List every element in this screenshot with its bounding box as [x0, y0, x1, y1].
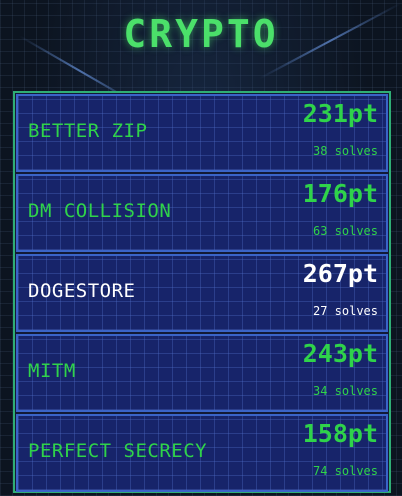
category-title: CRYPTO	[123, 12, 279, 56]
challenge-list: BETTER ZIP 231pt 38 solves DM COLLISION …	[13, 91, 391, 493]
challenge-points: 243pt	[302, 339, 378, 368]
challenge-solves: 38 solves	[312, 144, 378, 158]
challenge-solves: 27 solves	[312, 304, 378, 318]
challenge-points: 231pt	[302, 99, 378, 128]
challenge-card-perfect-secrecy[interactable]: PERFECT SECRECY 158pt 74 solves	[16, 414, 388, 492]
challenge-card-mitm[interactable]: MITM 243pt 34 solves	[16, 334, 388, 412]
challenge-points: 158pt	[302, 419, 378, 448]
challenge-name: DOGESTORE	[28, 280, 136, 302]
challenge-name: BETTER ZIP	[28, 120, 148, 142]
challenge-solves: 74 solves	[312, 464, 378, 478]
challenge-solves: 63 solves	[312, 224, 378, 238]
challenge-points: 176pt	[302, 179, 378, 208]
challenge-points: 267pt	[302, 259, 378, 288]
challenge-solves: 34 solves	[312, 384, 378, 398]
challenge-name: PERFECT SECRECY	[28, 440, 208, 462]
challenge-card-better-zip[interactable]: BETTER ZIP 231pt 38 solves	[16, 94, 388, 172]
challenge-name: MITM	[28, 360, 76, 382]
challenge-name: DM COLLISION	[28, 200, 172, 222]
challenge-card-dogestore[interactable]: DOGESTORE 267pt 27 solves	[16, 254, 388, 332]
challenge-card-dm-collision[interactable]: DM COLLISION 176pt 63 solves	[16, 174, 388, 252]
